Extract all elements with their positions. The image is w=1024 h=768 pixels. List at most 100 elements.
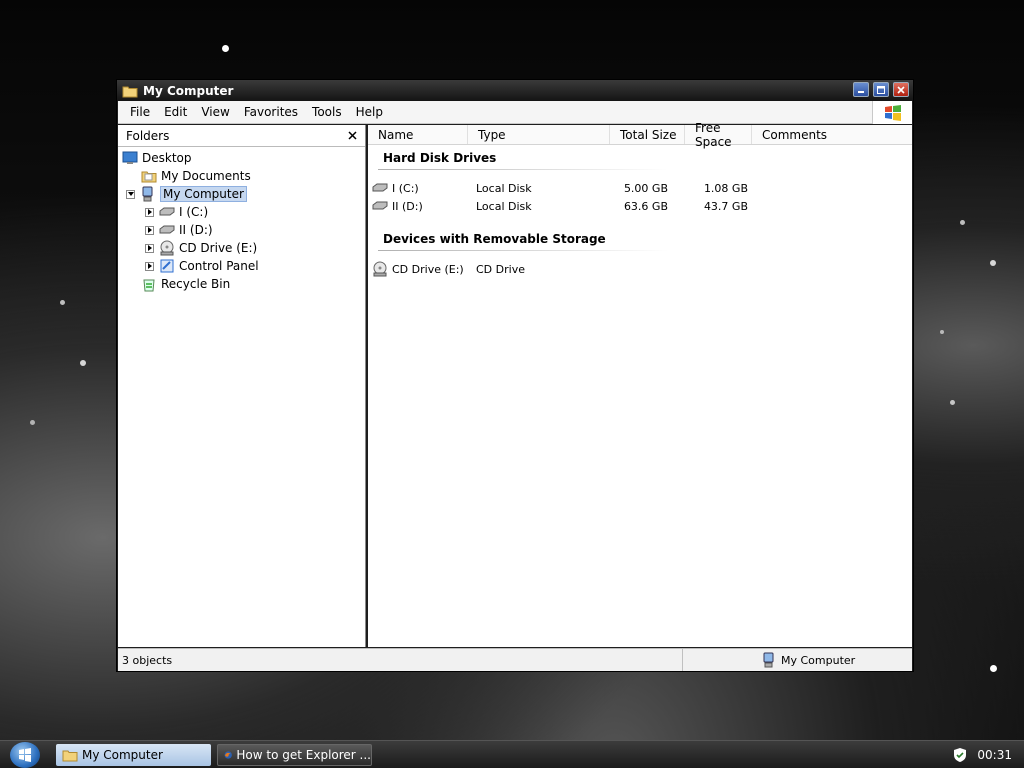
- expand-toggle[interactable]: [145, 207, 154, 217]
- cell-total-size: 63.6 GB: [623, 199, 668, 213]
- tree-item-label: CD Drive (E:): [179, 241, 258, 255]
- cell-free-space: 1.08 GB: [703, 181, 748, 195]
- folders-close-button[interactable]: [348, 128, 357, 144]
- menu-bar: File Edit View Favorites Tools Help: [118, 101, 912, 124]
- collapse-toggle[interactable]: [126, 189, 135, 199]
- folder-open-icon: [62, 750, 78, 762]
- folders-pane: Folders Desktop My Documents My Computer: [118, 125, 366, 647]
- windows-logo: [872, 101, 912, 124]
- menu-tools[interactable]: Tools: [305, 105, 349, 119]
- column-name[interactable]: Name: [368, 125, 468, 144]
- maximize-button[interactable]: [873, 82, 889, 97]
- close-icon: [897, 85, 905, 94]
- status-object-count: 3 objects: [118, 649, 683, 671]
- status-location: My Computer: [683, 652, 855, 668]
- cd-drive-icon: [373, 261, 387, 277]
- tree-item-label: Control Panel: [179, 259, 259, 273]
- close-icon: [348, 130, 357, 140]
- tree-item-my-documents[interactable]: My Documents: [141, 167, 251, 185]
- group-divider: [378, 250, 668, 251]
- group-title-removable: Devices with Removable Storage: [383, 232, 606, 246]
- expand-toggle[interactable]: [145, 243, 154, 253]
- background-light: [990, 260, 996, 266]
- background-light: [222, 45, 229, 52]
- close-button[interactable]: [893, 82, 909, 97]
- group-divider: [378, 169, 668, 170]
- chevron-right-icon: [147, 263, 152, 269]
- tree-item-cd-drive[interactable]: CD Drive (E:): [145, 239, 257, 257]
- hard-drive-icon: [159, 225, 175, 234]
- minimize-icon: [858, 90, 864, 93]
- tree-item-label: II (D:): [179, 223, 213, 237]
- column-type[interactable]: Type: [468, 125, 610, 144]
- background-light: [950, 400, 955, 405]
- cell-name: I (C:): [392, 181, 419, 195]
- column-total-size[interactable]: Total Size: [610, 125, 685, 144]
- column-comments[interactable]: Comments: [752, 125, 910, 144]
- expand-toggle[interactable]: [145, 261, 154, 271]
- list-item-cd-drive[interactable]: CD Drive (E:) CD Drive: [372, 260, 578, 278]
- cell-free-space: 43.7 GB: [703, 199, 748, 213]
- tree-item-recycle-bin[interactable]: Recycle Bin: [141, 275, 230, 293]
- explorer-window: My Computer File Edit View Favorites Too…: [116, 79, 914, 672]
- menu-edit[interactable]: Edit: [157, 105, 194, 119]
- status-location-label: My Computer: [781, 653, 856, 667]
- windows-flag-icon: [884, 104, 901, 121]
- background-light: [990, 665, 997, 672]
- folder-open-icon: [122, 86, 138, 97]
- background-light: [960, 220, 965, 225]
- tree-item-label: My Documents: [161, 169, 251, 183]
- menu-file[interactable]: File: [118, 105, 157, 119]
- background-light: [60, 300, 65, 305]
- chevron-down-icon: [127, 192, 134, 196]
- tree-item-control-panel[interactable]: Control Panel: [145, 257, 259, 275]
- background-light: [30, 420, 35, 425]
- background-light: [940, 330, 944, 334]
- hard-drive-icon: [159, 207, 175, 216]
- start-button[interactable]: [10, 742, 40, 768]
- tree-item-drive-d[interactable]: II (D:): [145, 221, 213, 239]
- tree-item-drive-c[interactable]: I (C:): [145, 203, 208, 221]
- chevron-right-icon: [147, 227, 152, 233]
- folder-documents-icon: [141, 171, 157, 183]
- desktop-icon: [122, 151, 138, 164]
- cell-type: Local Disk: [476, 181, 532, 195]
- taskbar: My Computer How to get Explorer ... 00:3…: [0, 740, 1024, 768]
- cell-name: II (D:): [392, 199, 423, 213]
- folders-title: Folders: [126, 128, 170, 143]
- folders-header: Folders: [118, 125, 365, 147]
- clock[interactable]: 00:31: [977, 748, 1012, 762]
- minimize-button[interactable]: [853, 82, 869, 97]
- window-title: My Computer: [143, 83, 234, 98]
- taskbar-item-label: How to get Explorer ...: [236, 748, 371, 762]
- hard-drive-icon: [372, 183, 388, 192]
- group-title-hard-disks: Hard Disk Drives: [383, 151, 497, 165]
- list-item-drive-d[interactable]: II (D:) Local Disk 63.6 GB 43.7 GB: [372, 197, 748, 215]
- tree-item-label: Desktop: [142, 151, 192, 165]
- expand-toggle[interactable]: [145, 225, 154, 235]
- cell-type: Local Disk: [476, 199, 532, 213]
- tree-item-desktop[interactable]: Desktop: [122, 149, 192, 167]
- maximize-icon: [877, 85, 885, 94]
- hard-drive-icon: [372, 201, 388, 210]
- chevron-right-icon: [147, 245, 152, 251]
- tree-item-label: Recycle Bin: [161, 277, 231, 291]
- content-pane: Name Type Total Size Free Space Comments…: [368, 121, 912, 647]
- menu-help[interactable]: Help: [349, 105, 390, 119]
- background-light: [80, 360, 86, 366]
- column-free-space[interactable]: Free Space: [685, 121, 752, 149]
- firefox-icon: [224, 751, 232, 759]
- cd-drive-icon: [160, 240, 174, 256]
- list-item-drive-c[interactable]: I (C:) Local Disk 5.00 GB 1.08 GB: [372, 179, 748, 197]
- cell-name: CD Drive (E:): [392, 262, 464, 276]
- menu-favorites[interactable]: Favorites: [237, 105, 305, 119]
- title-bar[interactable]: My Computer: [117, 80, 913, 101]
- taskbar-item-my-computer[interactable]: My Computer: [56, 744, 211, 766]
- tree-item-label: I (C:): [179, 205, 209, 219]
- taskbar-item-browser[interactable]: How to get Explorer ...: [217, 744, 372, 766]
- cell-total-size: 5.00 GB: [623, 181, 668, 195]
- tree-item-my-computer[interactable]: My Computer: [126, 185, 247, 203]
- security-shield-icon[interactable]: [953, 747, 967, 763]
- menu-view[interactable]: View: [194, 105, 236, 119]
- chevron-right-icon: [147, 209, 152, 215]
